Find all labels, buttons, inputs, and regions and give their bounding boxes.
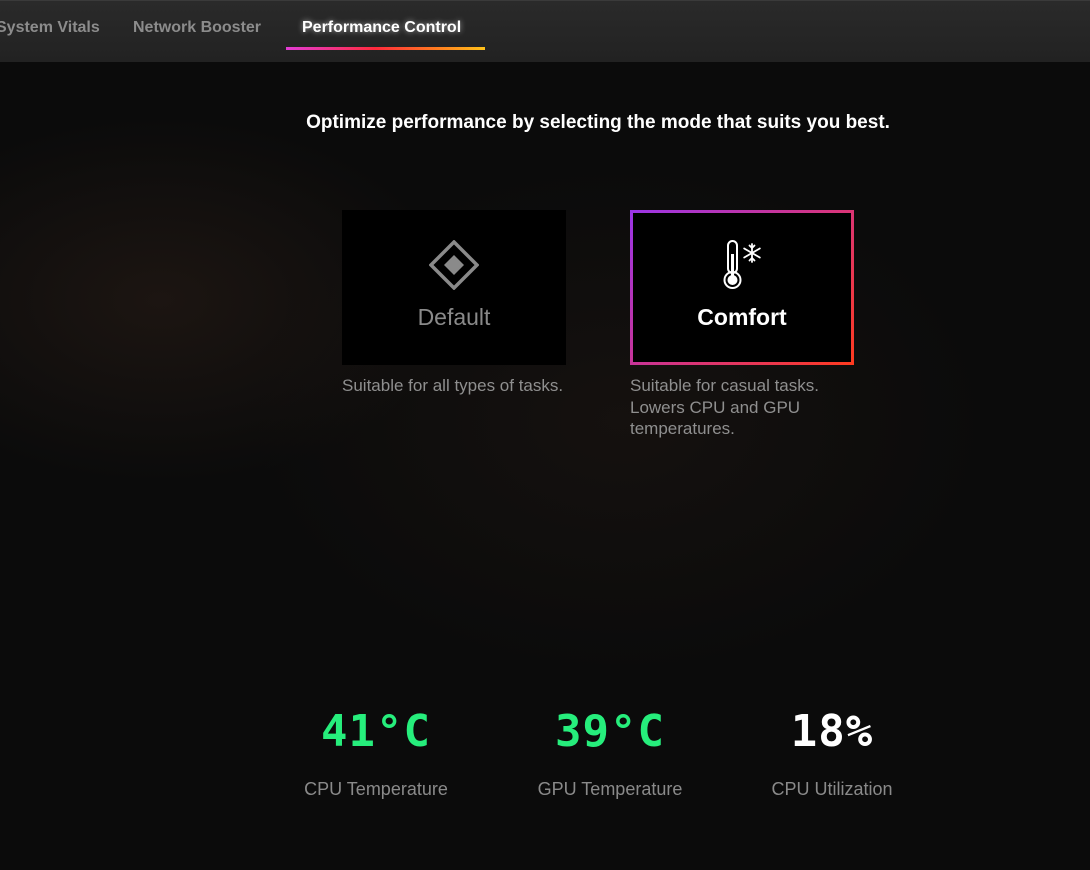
- cpu-temperature-value: 41°C: [321, 706, 431, 757]
- diamond-icon: [428, 239, 480, 295]
- performance-control-window: System Vitals Network Booster Performanc…: [0, 0, 1090, 870]
- mode-card-default[interactable]: Default: [342, 210, 566, 365]
- gpu-temperature-value: 39°C: [555, 706, 665, 757]
- cpu-utilization-value: 18%: [790, 706, 874, 757]
- mode-description-default: Suitable for all types of tasks.: [342, 376, 564, 395]
- mode-description-comfort: Suitable for casual tasks. Lowers CPU an…: [630, 376, 819, 438]
- gpu-temperature-label: GPU Temperature: [537, 779, 683, 799]
- tab-network-booster[interactable]: Network Booster: [133, 19, 261, 37]
- active-tab-indicator: [286, 47, 485, 50]
- cpu-temperature-label: CPU Temperature: [304, 779, 448, 799]
- tab-bar: System Vitals Network Booster Performanc…: [0, 0, 1090, 62]
- tab-system-vitals[interactable]: System Vitals: [0, 19, 100, 37]
- thermometer-snowflake-icon: [720, 238, 764, 297]
- page-heading: Optimize performance by selecting the mo…: [306, 112, 890, 133]
- mode-card-label: Comfort: [697, 304, 787, 330]
- mode-card-comfort[interactable]: Comfort: [630, 210, 854, 365]
- cpu-utilization-label: CPU Utilization: [771, 779, 893, 799]
- tab-performance-control[interactable]: Performance Control: [302, 19, 461, 37]
- mode-card-label: Default: [417, 304, 491, 330]
